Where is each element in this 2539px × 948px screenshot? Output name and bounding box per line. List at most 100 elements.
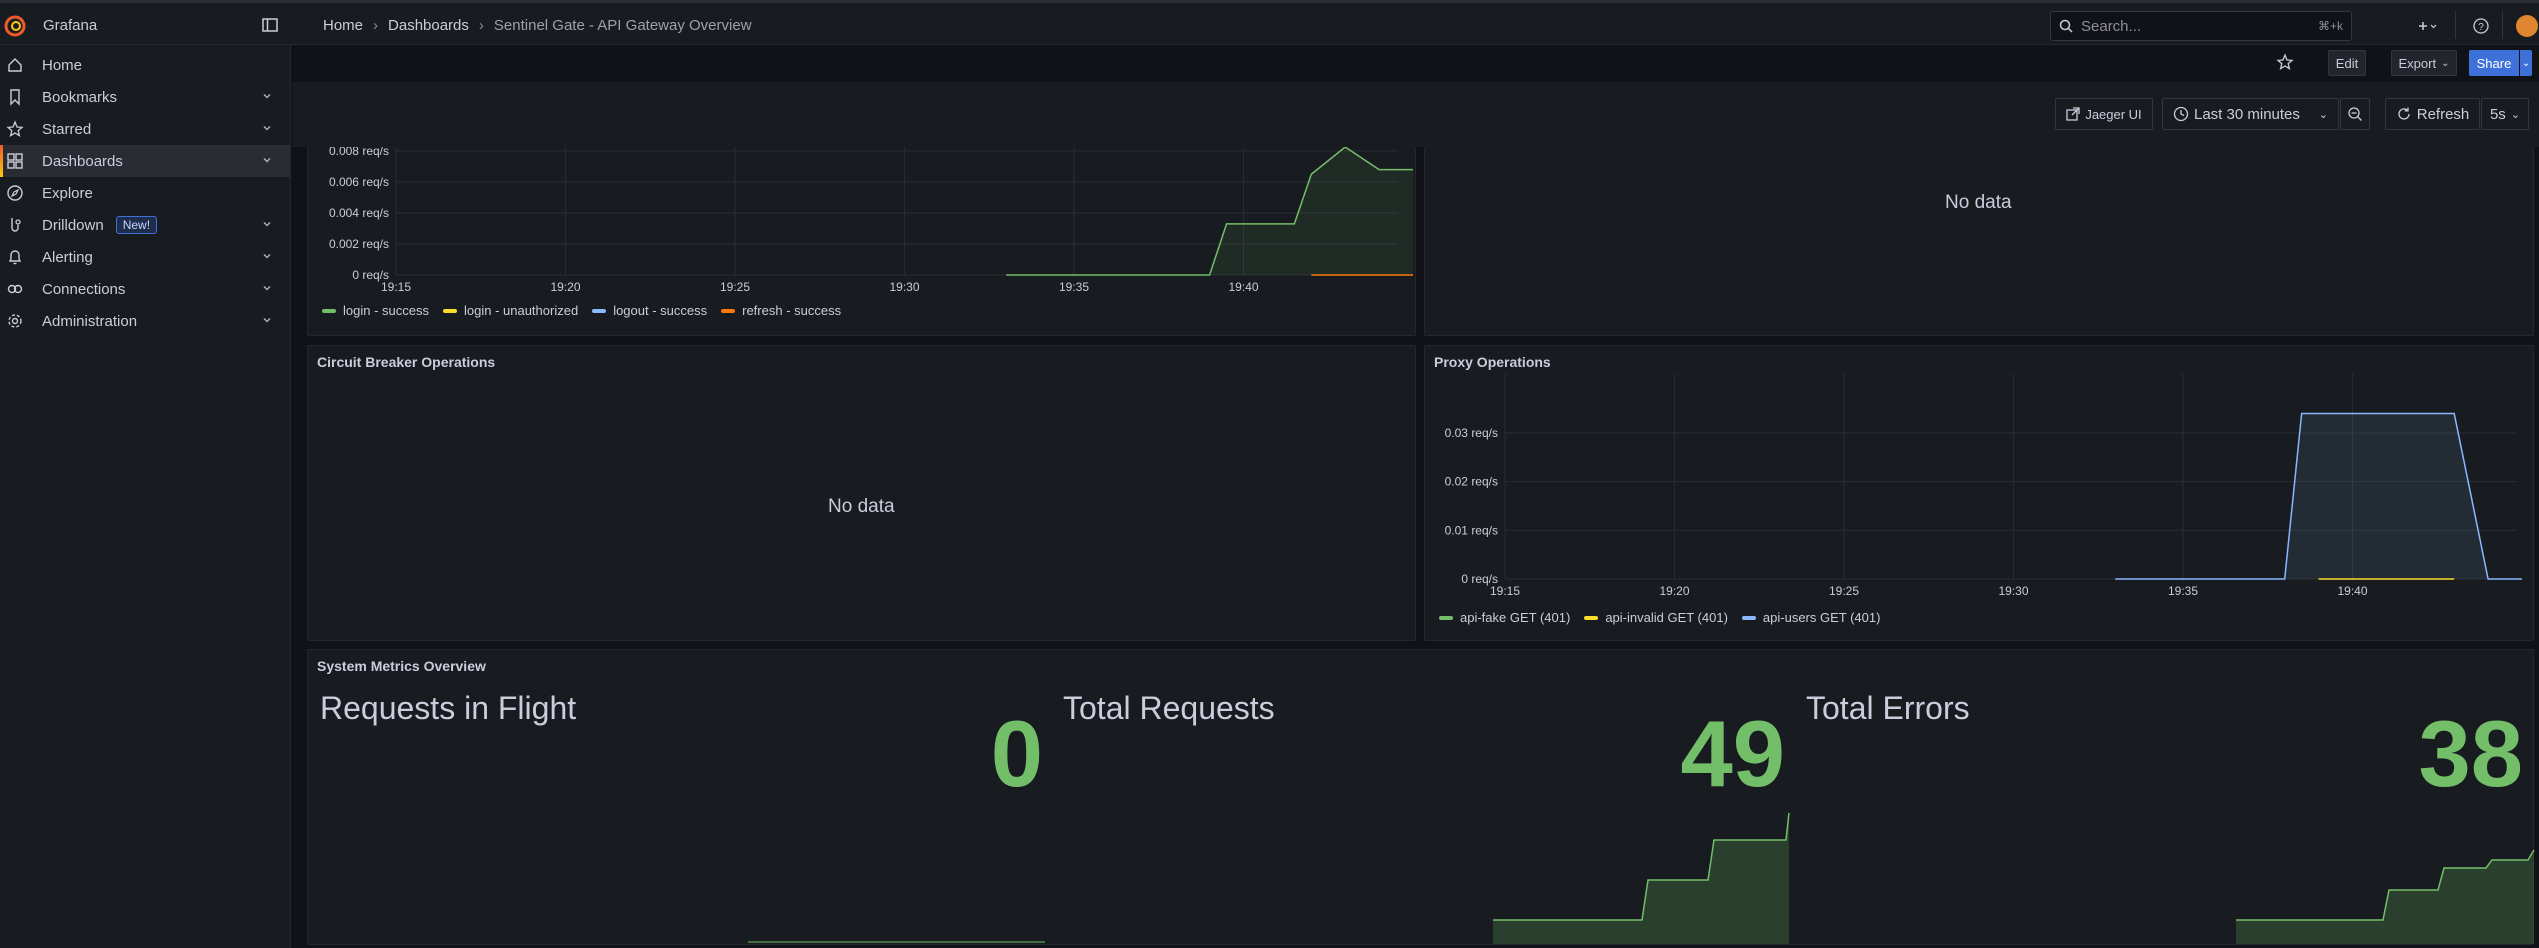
- sidebar-item-label: Explore: [42, 184, 93, 202]
- no-data-text: No data: [1945, 192, 2012, 213]
- legend-label: login - unauthorized: [463, 303, 579, 318]
- legend-label: api-invalid GET (401): [1605, 610, 1728, 625]
- dashboard-action-bar: Edit Export ⌄ Share ⌄: [292, 45, 2539, 82]
- legend-item[interactable]: api-fake GET (401): [1439, 610, 1570, 625]
- proxy-legend: api-fake GET (401) api-invalid GET (401) a…: [1439, 610, 1880, 625]
- grafana-logo-icon[interactable]: [3, 14, 27, 38]
- dock-menu-icon[interactable]: [262, 17, 278, 33]
- x-tick-label: 19:15: [381, 280, 411, 294]
- dashboard-controls: Jaeger UI Last 30 minutes ⌄ Refresh 5s ⌄: [292, 82, 2539, 147]
- y-tick-label: 0.002 req/s: [329, 237, 389, 251]
- time-range-picker[interactable]: Last 30 minutes ⌄: [2162, 98, 2339, 130]
- refresh-interval-value: 5s: [2489, 105, 2506, 123]
- sidebar-item-label: Home: [42, 56, 83, 74]
- refresh-button[interactable]: Refresh: [2385, 98, 2480, 130]
- sidebar-item-administration[interactable]: Administration: [0, 305, 290, 337]
- refresh-icon: [2398, 107, 2410, 120]
- zoom-out-icon: [2348, 107, 2362, 121]
- help-icon[interactable]: ?: [2472, 17, 2490, 35]
- x-tick-label: 19:20: [1659, 584, 1689, 598]
- chevron-down-icon[interactable]: [260, 249, 274, 263]
- legend-item[interactable]: login - success: [322, 303, 429, 318]
- sparkline-total-requests-fill: [1493, 813, 1789, 944]
- svg-text:?: ?: [2478, 22, 2484, 33]
- legend-label: api-users GET (401): [1762, 610, 1881, 625]
- y-tick-label: 0.01 req/s: [1445, 523, 1498, 537]
- y-tick-label: 0.006 req/s: [329, 175, 389, 189]
- legend-item[interactable]: refresh - success: [721, 303, 841, 318]
- panel-title[interactable]: Circuit Breaker Operations: [317, 354, 495, 370]
- bookmark-icon: [10, 89, 20, 106]
- sidebar-item-connections[interactable]: Connections: [0, 273, 290, 305]
- sidebar-item-drilldown[interactable]: Drilldown New!: [0, 209, 290, 241]
- chevron-down-icon[interactable]: [260, 313, 274, 327]
- x-tick-label: 19:40: [1228, 280, 1258, 294]
- x-tick-label: 19:25: [1829, 584, 1859, 598]
- legend-item[interactable]: logout - success: [592, 303, 707, 318]
- breadcrumb-current: Sentinel Gate - API Gateway Overview: [493, 17, 752, 34]
- x-tick-label: 19:40: [2337, 584, 2367, 598]
- star-icon[interactable]: [2276, 53, 2294, 71]
- sidebar-item-label: Starred: [42, 120, 92, 138]
- user-avatar[interactable]: [2516, 15, 2538, 37]
- series-area: [2115, 413, 2522, 579]
- series-area: [1006, 147, 1413, 275]
- sidebar-item-dashboards[interactable]: Dashboards: [0, 145, 290, 177]
- sidebar-item-label: Connections: [42, 280, 126, 298]
- breadcrumb-separator: ›: [478, 17, 484, 34]
- system-metrics-panel: System Metrics Overview Requests in Flig…: [307, 649, 2535, 945]
- share-menu-chevron-icon[interactable]: ⌄: [2520, 50, 2532, 76]
- refresh-label: Refresh: [2416, 105, 2470, 123]
- legend-swatch: [442, 308, 457, 313]
- jaeger-ui-label: Jaeger UI: [2085, 106, 2142, 122]
- breadcrumb: Home › Dashboards › Sentinel Gate - API …: [323, 17, 752, 34]
- sidebar-item-bookmarks[interactable]: Bookmarks: [0, 81, 290, 113]
- sidebar-item-label: Dashboards: [42, 152, 123, 170]
- circuit-breaker-panel: Circuit Breaker Operations No data: [307, 345, 1416, 641]
- edit-button[interactable]: Edit: [2328, 50, 2366, 76]
- jaeger-ui-link[interactable]: Jaeger UI: [2055, 98, 2153, 130]
- y-tick-label: 0.004 req/s: [329, 206, 389, 220]
- x-tick-label: 19:30: [889, 280, 919, 294]
- chevron-down-icon[interactable]: [260, 121, 274, 135]
- auth-legend: login - success login - unauthorized logou…: [322, 303, 841, 318]
- sidebar-item-explore[interactable]: Explore: [0, 177, 290, 209]
- y-tick-label: 0.03 req/s: [1445, 426, 1498, 440]
- share-button[interactable]: Share: [2469, 50, 2519, 76]
- breadcrumb-home[interactable]: Home: [323, 17, 363, 34]
- legend-item[interactable]: login - unauthorized: [442, 303, 579, 318]
- new-badge: New!: [115, 216, 158, 234]
- sidebar-item-starred[interactable]: Starred: [0, 113, 290, 145]
- search-input[interactable]: Search... ⌘+k: [2050, 11, 2352, 41]
- legend-item[interactable]: api-users GET (401): [1741, 610, 1881, 625]
- sidebar: Home Bookmarks Starred Dashboards Explore Dri…: [0, 45, 291, 948]
- stat-sparklines: [748, 812, 2535, 944]
- zoom-out-button[interactable]: [2340, 98, 2370, 130]
- refresh-interval-picker[interactable]: 5s ⌄: [2481, 98, 2529, 130]
- sidebar-item-home[interactable]: Home: [0, 49, 290, 81]
- star-icon: [6, 120, 24, 137]
- chevron-down-icon[interactable]: [260, 281, 274, 295]
- search-shortcut: ⌘+k: [2317, 19, 2343, 33]
- legend-item[interactable]: api-invalid GET (401): [1584, 610, 1728, 625]
- breadcrumb-dashboards[interactable]: Dashboards: [388, 17, 469, 34]
- sidebar-item-alerting[interactable]: Alerting: [0, 241, 290, 273]
- search-placeholder: Search...: [2081, 17, 2142, 35]
- add-new-icon[interactable]: [2414, 17, 2440, 35]
- chevron-down-icon[interactable]: [260, 153, 274, 167]
- chevron-down-icon[interactable]: [260, 89, 274, 103]
- x-tick-label: 19:35: [2168, 584, 2198, 598]
- legend-label: logout - success: [613, 303, 708, 318]
- chevron-down-icon[interactable]: [260, 217, 274, 231]
- sidebar-item-label: Administration: [42, 312, 138, 330]
- legend-label: login - success: [343, 303, 429, 318]
- x-tick-label: 19:15: [1490, 584, 1520, 598]
- y-tick-label: 0.008 req/s: [329, 147, 389, 158]
- divider: [2502, 11, 2503, 39]
- bell-icon: [8, 250, 22, 265]
- export-button[interactable]: Export ⌄: [2391, 50, 2457, 76]
- legend-swatch: [1439, 615, 1453, 620]
- brand-name: Grafana: [43, 17, 98, 34]
- auth-operations-panel: 0 req/s 0.002 req/s 0.004 req/s 0.006 req/s…: [307, 147, 1416, 336]
- clock-icon: [2173, 106, 2189, 122]
